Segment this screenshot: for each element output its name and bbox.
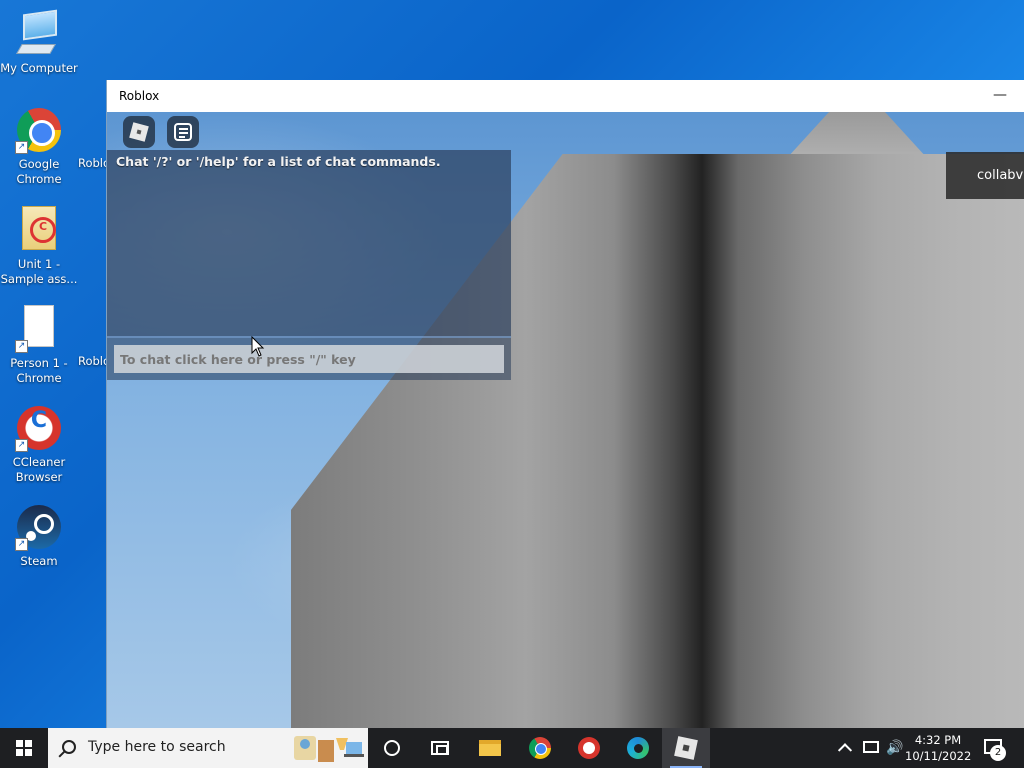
taskbar-chrome[interactable] bbox=[516, 728, 564, 768]
shortcut-arrow-icon: ↗ bbox=[15, 141, 28, 154]
chat-toggle-button[interactable] bbox=[167, 116, 199, 148]
clock-time: 4:32 PM bbox=[914, 733, 962, 747]
roblox-logo-icon bbox=[129, 122, 149, 142]
taskbar: Type here to search 🔊 4:32 PM 10/11/2022 bbox=[0, 728, 1024, 768]
desktop-icon-steam[interactable]: ↗ Steam bbox=[0, 503, 78, 569]
desktop-icon-label: Person 1 - Chrome bbox=[10, 356, 68, 385]
notification-count-badge: 2 bbox=[990, 745, 1006, 761]
player-list-entry[interactable]: collabv bbox=[946, 152, 1024, 199]
desktop-icon-my-computer[interactable]: My Computer bbox=[0, 9, 78, 76]
ccleaner-icon bbox=[578, 737, 600, 759]
windows-logo-icon bbox=[16, 740, 32, 756]
chat-system-message: Chat '/?' or '/help' for a list of chat … bbox=[116, 154, 441, 169]
start-button[interactable] bbox=[0, 728, 48, 768]
desktop-icon-roblox-2[interactable]: Roblo bbox=[78, 354, 111, 369]
taskbar-task-view[interactable] bbox=[416, 728, 464, 768]
desktop-icon-label: Google Chrome bbox=[16, 157, 62, 186]
desktop-icon-label: Roblo bbox=[78, 354, 111, 368]
ccleaner-icon: ↗ bbox=[15, 404, 63, 452]
search-icon bbox=[62, 740, 76, 754]
taskbar-search-box[interactable]: Type here to search bbox=[48, 728, 368, 768]
chat-panel: Chat '/?' or '/help' for a list of chat … bbox=[107, 150, 511, 380]
chat-log: Chat '/?' or '/help' for a list of chat … bbox=[107, 150, 511, 336]
desktop-icon-google-chrome[interactable]: ↗ Google Chrome bbox=[0, 106, 78, 187]
window-title: Roblox bbox=[119, 89, 160, 103]
search-placeholder: Type here to search bbox=[88, 739, 226, 755]
desktop-icon-person-1-chrome[interactable]: ↗ Person 1 - Chrome bbox=[0, 305, 78, 386]
desktop-icon-label: My Computer bbox=[0, 61, 78, 75]
desktop-icon-label: Steam bbox=[20, 554, 58, 568]
cortana-icon bbox=[384, 740, 400, 756]
taskbar-clock[interactable]: 4:32 PM 10/11/2022 bbox=[905, 732, 971, 764]
clock-date: 10/11/2022 bbox=[905, 749, 972, 763]
task-view-icon bbox=[431, 741, 449, 755]
computer-icon bbox=[15, 9, 63, 58]
chat-icon bbox=[174, 123, 192, 141]
window-titlebar[interactable]: Roblox — bbox=[107, 80, 1024, 112]
desktop-icon-label: Unit 1 - Sample ass... bbox=[0, 257, 78, 286]
chat-divider bbox=[107, 336, 511, 338]
roblox-menu-button[interactable] bbox=[123, 116, 155, 148]
taskbar-edge[interactable] bbox=[614, 728, 662, 768]
file-explorer-icon bbox=[479, 740, 501, 756]
desktop-icon-ccleaner-browser[interactable]: ↗ CCleaner Browser bbox=[0, 404, 78, 485]
desktop-icon-label: CCleaner Browser bbox=[12, 455, 66, 484]
desktop-icon-label: Roblo bbox=[78, 156, 111, 170]
chat-input[interactable] bbox=[114, 345, 504, 373]
taskbar-ccleaner[interactable] bbox=[565, 728, 613, 768]
edge-icon bbox=[627, 737, 649, 759]
taskbar-cortana[interactable] bbox=[368, 728, 416, 768]
document-folder-icon bbox=[15, 206, 63, 254]
roblox-icon bbox=[674, 736, 698, 760]
desktop-icon-roblox-1[interactable]: Roblo bbox=[78, 156, 111, 171]
action-center-button[interactable]: 2 bbox=[978, 728, 1024, 768]
chrome-icon: ↗ bbox=[15, 106, 63, 154]
shortcut-arrow-icon: ↗ bbox=[15, 340, 28, 353]
game-viewport[interactable]: Chat '/?' or '/help' for a list of chat … bbox=[107, 112, 1024, 728]
shortcut-arrow-icon: ↗ bbox=[15, 439, 28, 452]
steam-icon: ↗ bbox=[15, 503, 63, 551]
blank-document-icon: ↗ bbox=[15, 305, 63, 353]
desktop-icon-unit-1-sample[interactable]: Unit 1 - Sample ass... bbox=[0, 206, 78, 287]
mouse-cursor-icon bbox=[251, 336, 265, 357]
shortcut-arrow-icon: ↗ bbox=[15, 538, 28, 551]
search-highlight-illustration-icon bbox=[294, 736, 364, 762]
show-hidden-icons-chevron-icon[interactable] bbox=[837, 743, 853, 758]
chrome-icon bbox=[529, 737, 551, 759]
taskbar-roblox[interactable] bbox=[662, 728, 710, 768]
network-icon[interactable] bbox=[863, 741, 879, 753]
roblox-window: Roblox — Chat '/?' or '/help' for a list… bbox=[106, 80, 1024, 728]
volume-icon[interactable]: 🔊 bbox=[886, 739, 904, 757]
minimize-button[interactable]: — bbox=[977, 80, 1023, 112]
taskbar-file-explorer[interactable] bbox=[466, 728, 514, 768]
